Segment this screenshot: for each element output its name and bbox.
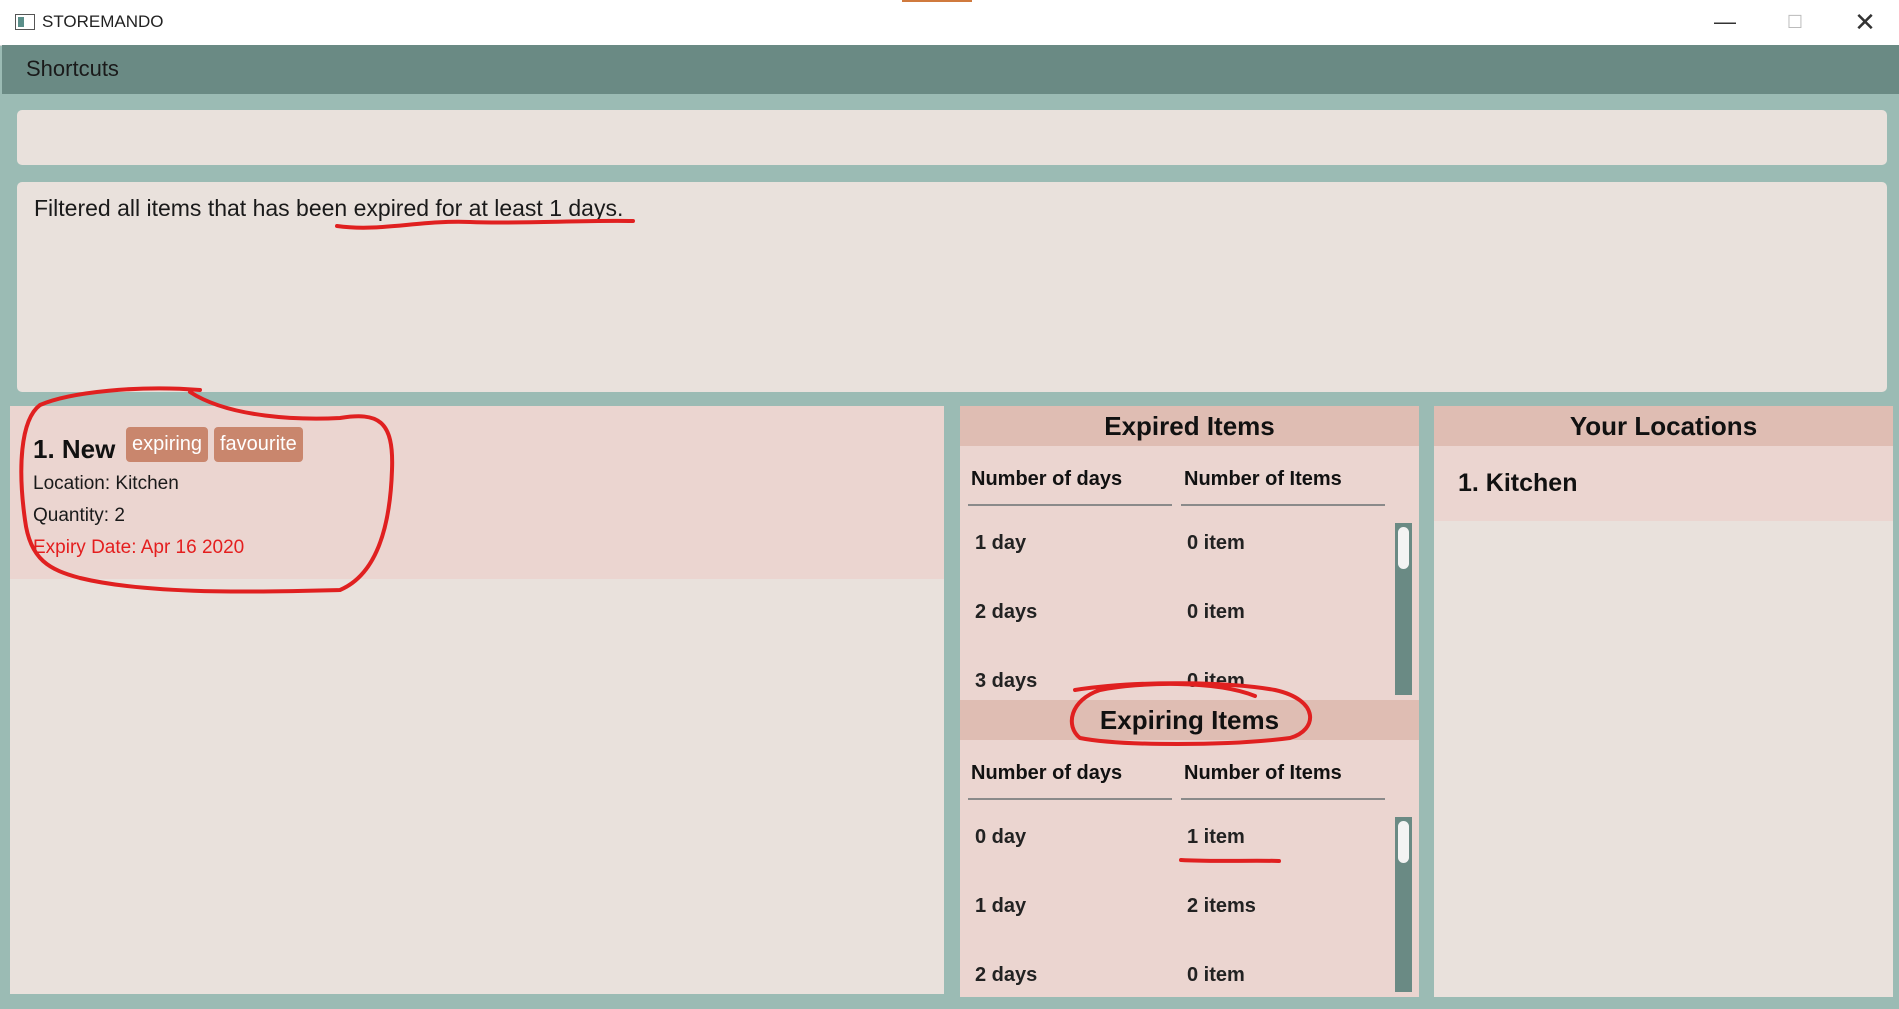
expiring-col-divider — [968, 798, 1172, 800]
app-icon — [15, 14, 35, 30]
item-location: Location: Kitchen — [33, 473, 179, 494]
stats-panel: Expired Items Number of days Number of I… — [960, 406, 1419, 997]
locations-panel: Your Locations 1. Kitchen — [1434, 406, 1893, 997]
window-titlebar: STOREMANDO — ☐ ✕ — [0, 0, 1899, 46]
command-input[interactable] — [17, 110, 1887, 165]
minimize-button[interactable]: — — [1690, 0, 1760, 45]
expiring-col-items: Number of Items — [1184, 762, 1342, 784]
expiring-row-items: 1 item — [1187, 826, 1245, 848]
expiring-row-days: 1 day — [975, 895, 1027, 917]
expired-row-items: 0 item — [1187, 670, 1245, 692]
expired-row-items: 0 item — [1187, 532, 1245, 554]
close-button[interactable]: ✕ — [1830, 0, 1899, 45]
expired-col-days: Number of days — [971, 468, 1123, 490]
expired-row-days: 1 day — [975, 532, 1027, 554]
item-quantity: Quantity: 2 — [33, 505, 125, 526]
titlebar-accent — [902, 0, 972, 2]
expiring-row-items: 2 items — [1187, 895, 1256, 917]
expiring-col-divider — [1181, 798, 1385, 800]
expired-row-items: 0 item — [1187, 601, 1245, 623]
expired-scroll-thumb[interactable] — [1398, 527, 1409, 569]
tag-favourite: favourite — [214, 427, 303, 462]
expiring-row-days: 2 days — [975, 964, 1038, 986]
expired-items-header: Expired Items — [960, 406, 1419, 446]
expired-col-divider — [1181, 504, 1385, 506]
menu-bar: Shortcuts — [2, 45, 1899, 94]
tag-expiring: expiring — [126, 427, 209, 462]
expiring-col-days: Number of days — [971, 762, 1123, 784]
expired-row-days: 3 days — [975, 670, 1038, 692]
expiring-row-days: 0 day — [975, 826, 1027, 848]
location-item[interactable]: 1. Kitchen — [1434, 446, 1893, 521]
expired-scrollbar[interactable] — [1395, 523, 1412, 695]
expired-col-divider — [968, 504, 1172, 506]
expiring-items-header: Expiring Items — [960, 700, 1419, 740]
maximize-button[interactable]: ☐ — [1760, 0, 1830, 45]
result-display: Filtered all items that has been expired… — [17, 182, 1887, 392]
item-list[interactable]: 1. New expiring favourite Location: Kitc… — [10, 406, 944, 994]
expiring-row-items: 0 item — [1187, 964, 1245, 986]
menu-shortcuts[interactable]: Shortcuts — [26, 56, 119, 82]
result-text: Filtered all items that has been expired… — [34, 195, 624, 221]
locations-header: Your Locations — [1434, 406, 1893, 446]
location-item-label: 1. Kitchen — [1458, 469, 1578, 497]
window-title: STOREMANDO — [42, 12, 164, 31]
item-expiry-date: Expiry Date: Apr 16 2020 — [33, 537, 245, 558]
item-card[interactable]: 1. New expiring favourite Location: Kitc… — [10, 406, 944, 579]
expiring-scroll-thumb[interactable] — [1398, 821, 1409, 863]
item-name: 1. New — [33, 434, 116, 464]
expiring-scrollbar[interactable] — [1395, 817, 1412, 992]
expired-col-items: Number of Items — [1184, 468, 1342, 490]
expired-row-days: 2 days — [975, 601, 1038, 623]
